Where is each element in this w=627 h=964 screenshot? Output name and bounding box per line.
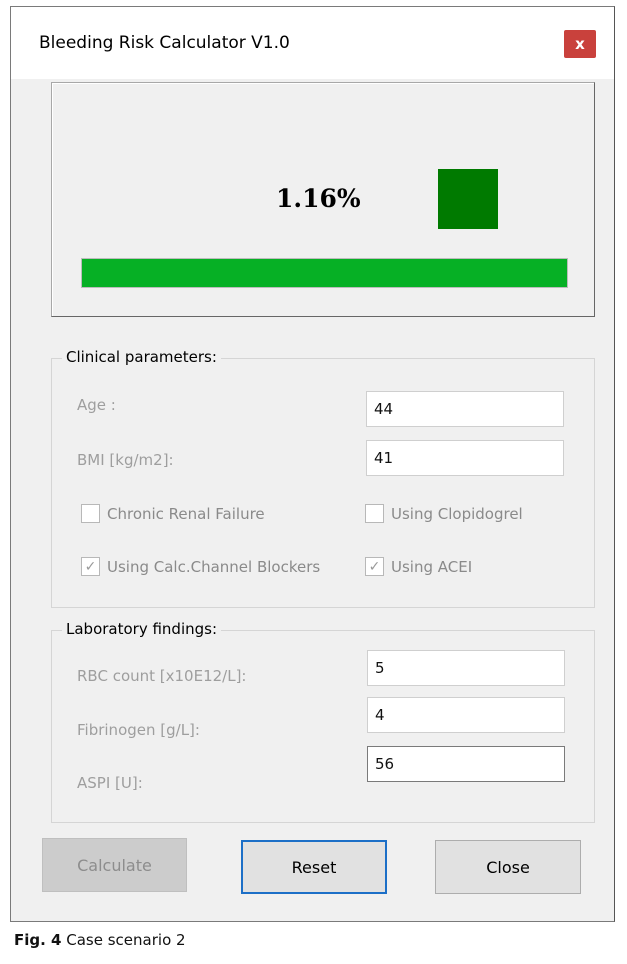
using-acei-checkbox[interactable]: ✓ Using ACEI <box>365 557 472 576</box>
rbc-count-input[interactable]: 5 <box>367 650 565 686</box>
window-title: Bleeding Risk Calculator V1.0 <box>39 33 290 53</box>
check-icon: ✓ <box>368 558 381 575</box>
age-input[interactable]: 44 <box>366 391 564 427</box>
calculate-button[interactable]: Calculate <box>42 838 187 892</box>
result-panel: 1.16% <box>51 82 595 317</box>
rbc-count-label: RBC count [x10E12/L]: <box>77 667 247 685</box>
close-button[interactable]: Close <box>435 840 581 894</box>
fibrinogen-label: Fibrinogen [g/L]: <box>77 721 200 739</box>
checkbox-box[interactable] <box>81 504 100 523</box>
window-close-button[interactable]: x <box>564 30 596 58</box>
close-icon: x <box>575 35 585 53</box>
using-calc-channel-blockers-checkbox[interactable]: ✓ Using Calc.Channel Blockers <box>81 557 320 576</box>
using-clopidogrel-checkbox[interactable]: Using Clopidogrel <box>365 504 523 523</box>
risk-progress-fill <box>82 259 567 287</box>
age-label: Age : <box>77 396 116 414</box>
laboratory-findings-legend: Laboratory findings: <box>62 620 222 638</box>
risk-indicator <box>438 169 498 229</box>
chronic-renal-failure-checkbox[interactable]: Chronic Renal Failure <box>81 504 265 523</box>
figure-caption-text: Case scenario 2 <box>66 931 186 949</box>
checkbox-box[interactable] <box>365 504 384 523</box>
risk-percentage: 1.16% <box>276 184 361 213</box>
using-acei-label: Using ACEI <box>391 557 473 576</box>
title-bar: Bleeding Risk Calculator V1.0 x <box>11 7 614 79</box>
aspi-input[interactable]: 56 <box>367 746 565 782</box>
figure-caption: Fig. 4 Case scenario 2 <box>14 931 186 949</box>
chronic-renal-failure-label: Chronic Renal Failure <box>107 504 265 523</box>
risk-progress-bar <box>81 258 568 288</box>
checkbox-box[interactable]: ✓ <box>81 557 100 576</box>
fibrinogen-input[interactable]: 4 <box>367 697 565 733</box>
check-icon: ✓ <box>84 558 97 575</box>
bmi-input[interactable]: 41 <box>366 440 564 476</box>
reset-button[interactable]: Reset <box>241 840 387 894</box>
calculator-window: Bleeding Risk Calculator V1.0 x 1.16% Cl… <box>10 6 615 922</box>
clinical-parameters-legend: Clinical parameters: <box>62 348 221 366</box>
using-calc-channel-blockers-label: Using Calc.Channel Blockers <box>107 557 321 576</box>
figure-number: Fig. 4 <box>14 931 62 949</box>
checkbox-box[interactable]: ✓ <box>365 557 384 576</box>
bmi-label: BMI [kg/m2]: <box>77 451 174 469</box>
aspi-label: ASPI [U]: <box>77 774 143 792</box>
using-clopidogrel-label: Using Clopidogrel <box>391 504 523 523</box>
